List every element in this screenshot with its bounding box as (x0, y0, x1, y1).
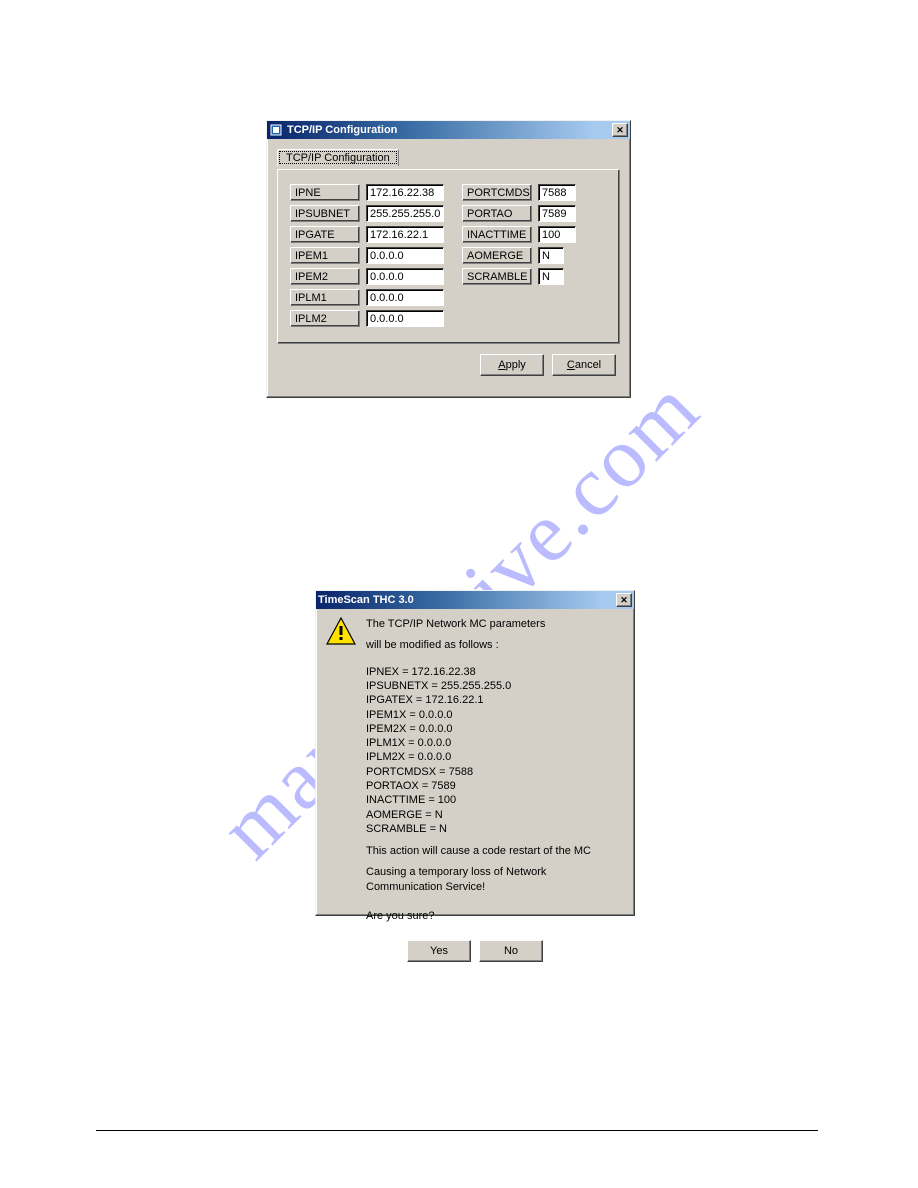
tcpip-config-dialog: TCP/IP Configuration ✕ TCP/IP Configurat… (266, 120, 631, 398)
field-ipne: IPNE 172.16.22.38 (290, 184, 444, 201)
input-ipem1[interactable]: 0.0.0.0 (366, 247, 444, 264)
param-line: PORTAOX = 7589 (366, 779, 624, 793)
field-ipsubnet: IPSUBNET 255.255.255.0 (290, 205, 444, 222)
input-aomerge[interactable]: N (538, 247, 564, 264)
confirm-dialog: TimeScan THC 3.0 ✕ The TCP/IP Network MC… (315, 590, 635, 916)
close-icon: ✕ (620, 596, 628, 605)
close-icon: ✕ (616, 126, 624, 135)
close-button[interactable]: ✕ (616, 593, 632, 607)
param-line: SCRAMBLE = N (366, 822, 624, 836)
input-scramble[interactable]: N (538, 268, 564, 285)
param-line: AOMERGE = N (366, 808, 624, 822)
tab-panel: IPNE 172.16.22.38 IPSUBNET 255.255.255.0… (277, 169, 620, 344)
dialog-message: The TCP/IP Network MC parameters will be… (366, 617, 624, 930)
confirm-question: Are you sure? (366, 909, 624, 924)
window-title: TCP/IP Configuration (287, 124, 612, 136)
titlebar: TimeScan THC 3.0 ✕ (316, 591, 634, 609)
label-portao: PORTAO (462, 205, 532, 222)
field-aomerge: AOMERGE N (462, 247, 576, 264)
tab-strip: TCP/IP Configuration (277, 149, 620, 169)
no-button-label: No (504, 945, 518, 957)
input-ipne[interactable]: 172.16.22.38 (366, 184, 444, 201)
label-iplm1: IPLM1 (290, 289, 360, 306)
label-ipem2: IPEM2 (290, 268, 360, 285)
cancel-button[interactable]: Cancel (552, 354, 616, 376)
field-portcmds: PORTCMDS 7588 (462, 184, 576, 201)
field-iplm2: IPLM2 0.0.0.0 (290, 310, 444, 327)
window-title: TimeScan THC 3.0 (318, 594, 616, 606)
warning-icon (326, 617, 358, 930)
label-scramble: SCRAMBLE (462, 268, 532, 285)
field-scramble: SCRAMBLE N (462, 268, 576, 285)
param-line: IPLM2X = 0.0.0.0 (366, 750, 624, 764)
label-ipem1: IPEM1 (290, 247, 360, 264)
input-inacttime[interactable]: 100 (538, 226, 576, 243)
input-portao[interactable]: 7589 (538, 205, 576, 222)
label-aomerge: AOMERGE (462, 247, 532, 264)
close-button[interactable]: ✕ (612, 123, 628, 137)
left-column: IPNE 172.16.22.38 IPSUBNET 255.255.255.0… (290, 184, 444, 331)
label-ipne: IPNE (290, 184, 360, 201)
apply-button[interactable]: Apply (480, 354, 544, 376)
button-row: Apply Cancel (267, 354, 616, 376)
field-ipem2: IPEM2 0.0.0.0 (290, 268, 444, 285)
param-line: INACTTIME = 100 (366, 793, 624, 807)
input-ipsubnet[interactable]: 255.255.255.0 (366, 205, 444, 222)
field-inacttime: INACTTIME 100 (462, 226, 576, 243)
input-iplm2[interactable]: 0.0.0.0 (366, 310, 444, 327)
label-ipgate: IPGATE (290, 226, 360, 243)
parameter-list: IPNEX = 172.16.22.38 IPSUBNETX = 255.255… (366, 665, 624, 837)
intro-line-2: will be modified as follows : (366, 638, 624, 653)
input-ipem2[interactable]: 0.0.0.0 (366, 268, 444, 285)
intro-line-1: The TCP/IP Network MC parameters (366, 617, 624, 632)
label-inacttime: INACTTIME (462, 226, 532, 243)
yes-button[interactable]: Yes (407, 940, 471, 962)
label-portcmds: PORTCMDS (462, 184, 532, 201)
tab-tcpip-config[interactable]: TCP/IP Configuration (277, 149, 399, 166)
field-iplm1: IPLM1 0.0.0.0 (290, 289, 444, 306)
field-ipgate: IPGATE 172.16.22.1 (290, 226, 444, 243)
param-line: IPNEX = 172.16.22.38 (366, 665, 624, 679)
right-column: PORTCMDS 7588 PORTAO 7589 INACTTIME 100 … (462, 184, 576, 331)
input-iplm1[interactable]: 0.0.0.0 (366, 289, 444, 306)
input-portcmds[interactable]: 7588 (538, 184, 576, 201)
tab-label: TCP/IP Configuration (286, 152, 390, 164)
cancel-button-label: Cancel (567, 359, 601, 371)
input-ipgate[interactable]: 172.16.22.1 (366, 226, 444, 243)
param-line: IPEM2X = 0.0.0.0 (366, 722, 624, 736)
param-line: IPEM1X = 0.0.0.0 (366, 708, 624, 722)
dialog-buttons: Yes No (316, 940, 634, 970)
param-line: IPSUBNETX = 255.255.255.0 (366, 679, 624, 693)
field-portao: PORTAO 7589 (462, 205, 576, 222)
field-ipem1: IPEM1 0.0.0.0 (290, 247, 444, 264)
warning-line-2: Causing a temporary loss of Network Comm… (366, 865, 624, 895)
apply-button-label: Apply (498, 359, 526, 371)
label-ipsubnet: IPSUBNET (290, 205, 360, 222)
param-line: IPGATEX = 172.16.22.1 (366, 693, 624, 707)
no-button[interactable]: No (479, 940, 543, 962)
app-icon (269, 123, 283, 137)
param-line: IPLM1X = 0.0.0.0 (366, 736, 624, 750)
yes-button-label: Yes (430, 945, 448, 957)
page-divider (96, 1130, 818, 1131)
param-line: PORTCMDSX = 7588 (366, 765, 624, 779)
warning-line-1: This action will cause a code restart of… (366, 844, 624, 859)
label-iplm2: IPLM2 (290, 310, 360, 327)
titlebar: TCP/IP Configuration ✕ (267, 121, 630, 139)
